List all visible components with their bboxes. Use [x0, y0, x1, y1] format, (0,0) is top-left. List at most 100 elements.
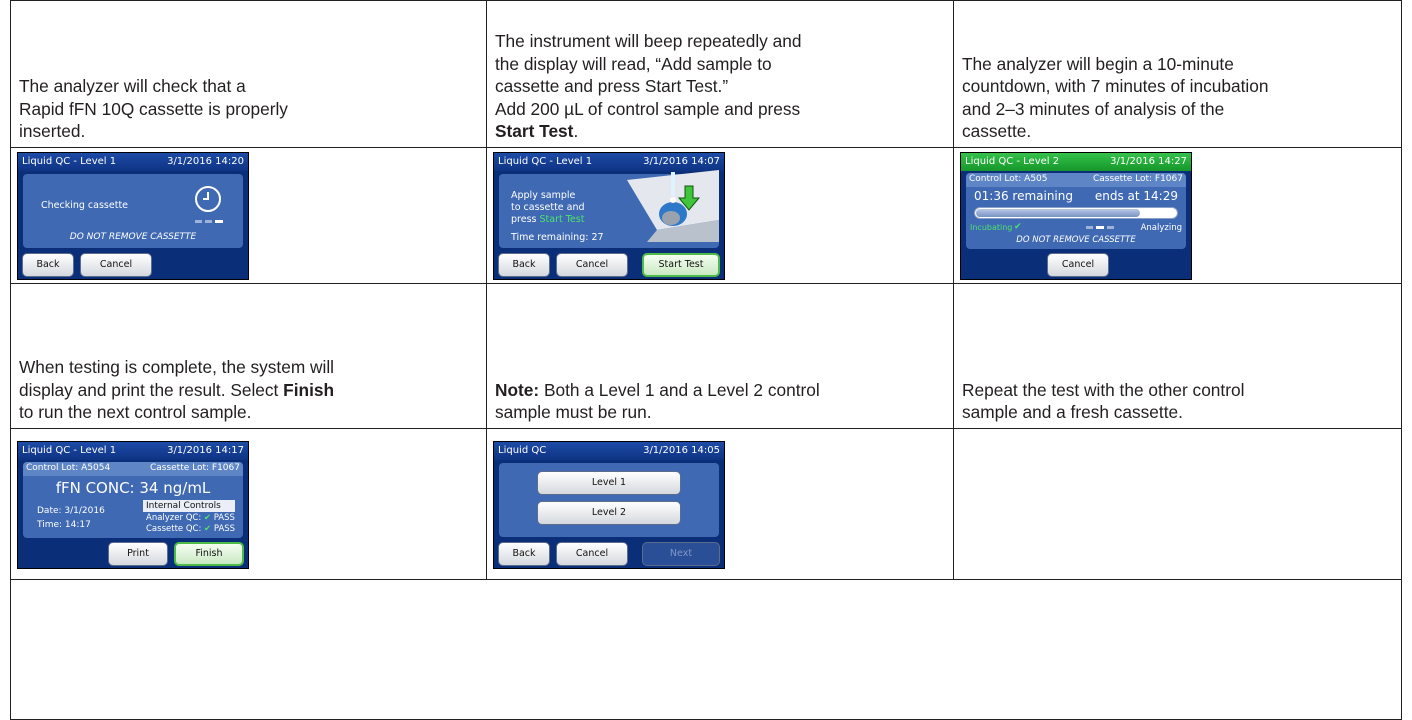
device-screen-checking: Liquid QC - Level 1 3/1/2016 14:20 Check…: [17, 152, 249, 280]
warning-text: DO NOT REMOVE CASSETTE: [1016, 235, 1136, 245]
screen-panel: Control Lot: A5054 Cassette Lot: F1067 f…: [23, 462, 243, 538]
screen-datetime: 3/1/2016 14:20: [167, 156, 244, 167]
screen-titlebar: Liquid QC - Level 2 3/1/2016 14:27: [961, 153, 1191, 171]
time-remaining: Time remaining: 27: [511, 232, 604, 243]
device-screen-level-select: Liquid QC 3/1/2016 14:05 Level 1 Level 2…: [493, 441, 725, 569]
text-line: the display will read, “Add sample to: [495, 53, 772, 74]
control-lot: Control Lot: A505: [969, 174, 1048, 184]
start-test-button[interactable]: Start Test: [642, 253, 720, 277]
screen-titlebar: Liquid QC - Level 1 3/1/2016 14:07: [494, 153, 724, 171]
step-text-check: The analyzer will check that a Rapid fFN…: [11, 1, 487, 147]
text-line: sample must be run.: [495, 402, 652, 423]
internal-controls-header: Internal Controls: [143, 500, 235, 512]
step-text-add-sample: The instrument will beep repeatedly and …: [487, 1, 954, 147]
incubating-label: Incubating: [970, 223, 1013, 232]
screen-cell-apply: Liquid QC - Level 1 3/1/2016 14:07 Apply…: [487, 148, 954, 283]
back-button[interactable]: Back: [498, 542, 550, 566]
level-1-button[interactable]: Level 1: [537, 471, 681, 495]
screen-cell-checking: Liquid QC - Level 1 3/1/2016 14:20 Check…: [11, 148, 487, 283]
apply-instructions: Apply sample to cassette and press Start…: [511, 190, 585, 226]
screen-cell-level-select: Liquid QC 3/1/2016 14:05 Level 1 Level 2…: [487, 429, 954, 579]
screen-row-2: Liquid QC - Level 1 3/1/2016 14:17 Contr…: [11, 429, 1401, 579]
cassette-illustration-icon: [627, 170, 719, 242]
screen-panel: Level 1 Level 2: [499, 463, 719, 537]
cancel-button[interactable]: Cancel: [556, 253, 628, 277]
back-button[interactable]: Back: [498, 253, 550, 277]
step-text-countdown: The analyzer will begin a 10-minute coun…: [954, 1, 1401, 147]
apply-line: to cassette and: [511, 202, 585, 213]
result-time: Time: 14:17: [37, 520, 91, 530]
step-text-complete: When testing is complete, the system wil…: [11, 284, 487, 428]
text-line: sample and a fresh cassette.: [962, 402, 1183, 423]
screen-datetime: 3/1/2016 14:17: [167, 445, 244, 456]
period: .: [573, 121, 579, 142]
text-line: and 2–3 minutes of analysis of the: [962, 98, 1225, 119]
device-screen-countdown: Liquid QC - Level 2 3/1/2016 14:27 Contr…: [960, 152, 1192, 280]
screen-datetime: 3/1/2016 14:05: [643, 445, 720, 456]
text-row-2: When testing is complete, the system wil…: [11, 284, 1401, 428]
result-value: fFN CONC: 34 ng/mL: [55, 479, 211, 497]
screen-cell-countdown: Liquid QC - Level 2 3/1/2016 14:27 Contr…: [954, 148, 1401, 283]
screen-title: Liquid QC - Level 2: [965, 156, 1060, 167]
bold-note: Note:: [495, 379, 540, 400]
step-text-repeat: Repeat the test with the other control s…: [954, 284, 1401, 428]
text-line: When testing is complete, the system wil…: [19, 357, 335, 378]
clock-icon: [195, 186, 221, 212]
cancel-button[interactable]: Cancel: [80, 253, 152, 277]
cancel-button[interactable]: Cancel: [556, 542, 628, 566]
next-button[interactable]: Next: [642, 542, 720, 566]
text-line: display and print the result. Select Fin…: [19, 379, 335, 400]
text-line: inserted.: [19, 121, 86, 142]
screen-titlebar: Liquid QC - Level 1 3/1/2016 14:17: [18, 442, 248, 460]
progress-bar: [974, 207, 1178, 219]
progress-dots: [1086, 226, 1114, 229]
screen-datetime: 3/1/2016 14:07: [643, 156, 720, 167]
text-line: The analyzer will check that a: [19, 76, 246, 97]
screen-panel: Checking cassette DO NOT REMOVE CASSETTE: [23, 174, 243, 248]
screen-panel: Control Lot: A505 Cassette Lot: F1067 01…: [966, 173, 1186, 249]
warning-text: DO NOT REMOVE CASSETTE: [69, 232, 197, 242]
bold-start-test: Start Test: [495, 121, 574, 142]
screen-titlebar: Liquid QC - Level 1 3/1/2016 14:20: [18, 153, 248, 171]
screen-panel: Apply sample to cassette and press Start…: [499, 170, 719, 248]
text-line: Note: Both a Level 1 and a Level 2 contr…: [495, 379, 820, 400]
text-line: cassette and press Start Test.”: [495, 76, 729, 97]
device-screen-result: Liquid QC - Level 1 3/1/2016 14:17 Contr…: [17, 441, 249, 569]
start-test-hint: Start Test: [539, 214, 585, 225]
check-icon: ✔: [203, 513, 212, 523]
screen-cell-result: Liquid QC - Level 1 3/1/2016 14:17 Contr…: [11, 429, 487, 579]
back-button[interactable]: Back: [22, 253, 74, 277]
progress-fill: [976, 209, 1140, 217]
text-line: The analyzer will begin a 10-minute: [962, 53, 1234, 74]
check-icon: ✔: [1014, 222, 1022, 232]
empty-cell: [954, 429, 1401, 579]
screen-title: Liquid QC: [498, 445, 547, 456]
cassette-lot: Cassette Lot: F1067: [1092, 174, 1183, 184]
level-2-button[interactable]: Level 2: [537, 501, 681, 525]
device-screen-apply: Liquid QC - Level 1 3/1/2016 14:07 Apply…: [493, 152, 725, 280]
cancel-button[interactable]: Cancel: [1047, 253, 1109, 277]
analyzer-qc-row: Analyzer QC: ✔ PASS: [146, 513, 235, 523]
text-line: Rapid fFN 10Q cassette is properly: [19, 98, 288, 119]
text-line: Repeat the test with the other control: [962, 379, 1245, 400]
text-line: countdown, with 7 minutes of incubation: [962, 76, 1269, 97]
qc-list: Analyzer QC: ✔ PASS Cassette QC: ✔ PASS: [146, 513, 235, 535]
text-line: Add 200 µL of control sample and press: [495, 98, 801, 119]
instruction-table: The analyzer will check that a Rapid fFN…: [10, 0, 1402, 720]
finish-button[interactable]: Finish: [174, 542, 244, 566]
screen-datetime: 3/1/2016 14:27: [1110, 156, 1187, 167]
step-text-note: Note: Both a Level 1 and a Level 2 contr…: [487, 284, 954, 428]
screen-row-1: Liquid QC - Level 1 3/1/2016 14:20 Check…: [11, 148, 1401, 283]
cassette-qc-row: Cassette QC: ✔ PASS: [146, 524, 236, 534]
print-button[interactable]: Print: [108, 542, 168, 566]
screen-title: Liquid QC - Level 1: [22, 156, 117, 167]
progress-dots: [195, 220, 223, 223]
result-date: Date: 3/1/2016: [37, 506, 105, 516]
screen-title: Liquid QC - Level 1: [498, 156, 593, 167]
cassette-lot: Cassette Lot: F1067: [149, 463, 240, 473]
row-divider: [11, 579, 1401, 580]
apply-line: press Start Test: [511, 214, 585, 225]
time-remaining: 01:36 remaining: [974, 189, 1073, 203]
ends-at: ends at 14:29: [1094, 189, 1178, 203]
text-line: cassette.: [962, 121, 1032, 142]
